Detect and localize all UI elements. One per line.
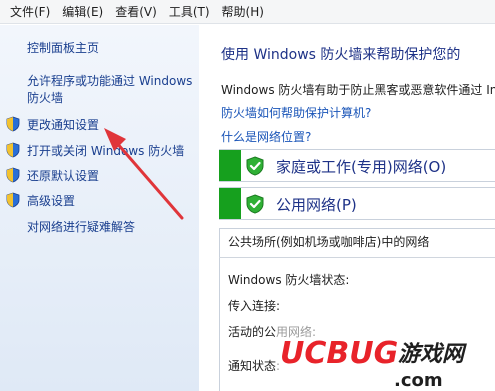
status-green-bar — [219, 188, 241, 219]
firewall-status-label: Windows 防火墙状态: — [228, 273, 350, 287]
menu-file[interactable]: 文件(F) — [4, 3, 56, 20]
network-home-work-header[interactable]: 家庭或工作(专用)网络(O) — [219, 149, 495, 182]
left-nav-pane: 控制面板主页 允许程序或功能通过 Windows 防火墙 更改通知设置 打开或关… — [0, 25, 199, 391]
menu-bar: 文件(F) 编辑(E) 查看(V) 工具(T) 帮助(H) — [0, 0, 495, 24]
notification-state-label: 通知状态: — [228, 359, 281, 373]
nav-control-panel-home[interactable]: 控制面板主页 — [27, 39, 99, 56]
nav-troubleshoot-network[interactable]: 对网络进行疑难解答 — [27, 218, 135, 235]
network-public-header[interactable]: 公用网络(P) — [219, 187, 495, 220]
uac-shield-icon — [6, 192, 20, 208]
network-public-label: 公用网络(P) — [276, 196, 357, 214]
uac-shield-icon — [6, 167, 20, 183]
uac-shield-icon — [6, 116, 20, 132]
link-what-is-network-location[interactable]: 什么是网络位置? — [221, 128, 311, 145]
menu-edit[interactable]: 编辑(E) — [56, 3, 109, 20]
menu-view[interactable]: 查看(V) — [109, 3, 163, 20]
status-green-bar — [219, 150, 241, 181]
divider — [219, 257, 495, 258]
green-shield-check-icon — [246, 156, 264, 176]
green-shield-check-icon — [246, 194, 264, 214]
svg-text:.com: .com — [394, 370, 443, 391]
page-title: 使用 Windows 防火墙来帮助保护您的 — [221, 47, 461, 63]
nav-allow-programs[interactable]: 允许程序或功能通过 Windows 防火墙 — [27, 73, 197, 107]
public-network-description: 公共场所(例如机场或咖啡店)中的网络 — [228, 235, 430, 249]
nav-advanced-settings[interactable]: 高级设置 — [27, 192, 75, 209]
link-how-firewall-helps[interactable]: 防火墙如何帮助保护计算机? — [221, 104, 371, 121]
menu-help[interactable]: 帮助(H) — [216, 3, 270, 20]
uac-shield-icon — [6, 142, 20, 158]
nav-change-notification-settings[interactable]: 更改通知设置 — [27, 116, 99, 133]
incoming-connections-label: 传入连接: — [228, 299, 281, 313]
ucbug-watermark-logo: UCBUG 游戏网 .com — [276, 325, 495, 391]
svg-text:UCBUG: UCBUG — [280, 336, 398, 371]
svg-text:游戏网: 游戏网 — [398, 342, 467, 367]
nav-restore-defaults[interactable]: 还原默认设置 — [27, 167, 99, 184]
page-description: Windows 防火墙有助于防止黑客或恶意软件通过 In — [221, 83, 495, 97]
nav-toggle-firewall[interactable]: 打开或关闭 Windows 防火墙 — [27, 142, 184, 159]
network-home-work-label: 家庭或工作(专用)网络(O) — [276, 158, 447, 176]
menu-tools[interactable]: 工具(T) — [163, 3, 216, 20]
